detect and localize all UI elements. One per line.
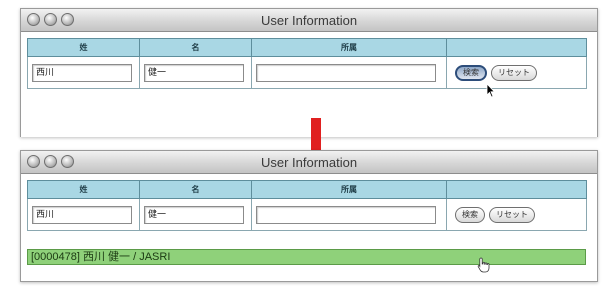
window-title: User Information: [260, 155, 358, 170]
button-group: 検索 リセット: [451, 206, 535, 223]
search-form: 姓 名 所属 西川 健一 検索 リセット: [27, 180, 587, 231]
last-name-input[interactable]: 西川: [32, 63, 132, 82]
input-row: 西川 健一 検索 リセット: [27, 57, 587, 89]
reset-button[interactable]: リセット: [491, 64, 537, 81]
title-bar: User Information: [21, 9, 597, 32]
first-name-cell: 健一: [139, 199, 252, 231]
header-row: 姓 名 所属: [27, 38, 587, 57]
last-name-input[interactable]: 西川: [32, 205, 132, 224]
affiliation-cell: [251, 199, 447, 231]
hand-cursor-icon: [477, 257, 490, 273]
column-header-last-name: 姓: [27, 180, 140, 199]
last-name-cell: 西川: [27, 199, 140, 231]
affiliation-input[interactable]: [256, 63, 436, 82]
column-header-actions: [446, 180, 587, 199]
first-name-cell: 健一: [139, 57, 252, 89]
title-bar: User Information: [21, 151, 597, 174]
affiliation-input[interactable]: [256, 205, 436, 224]
button-group: 検索 リセット: [451, 64, 537, 81]
search-button[interactable]: 検索: [455, 64, 487, 81]
search-form: 姓 名 所属 西川 健一 検索 リセット: [27, 38, 587, 89]
reset-button[interactable]: リセット: [489, 206, 535, 223]
first-name-input[interactable]: 健一: [144, 205, 244, 224]
column-header-actions: [446, 38, 587, 57]
search-result-row[interactable]: [0000478] 西川 健一 / JASRI: [27, 249, 586, 265]
first-name-input[interactable]: 健一: [144, 63, 244, 82]
window-title: User Information: [260, 13, 358, 28]
search-button[interactable]: 検索: [455, 206, 485, 223]
affiliation-cell: [251, 57, 447, 89]
input-row: 西川 健一 検索 リセット: [27, 199, 587, 231]
screenshot-stage: User Information 姓 名 所属 西川 健一 検索 リセット Us…: [0, 0, 609, 286]
actions-cell: 検索 リセット: [446, 199, 587, 231]
user-information-window-after: User Information 姓 名 所属 西川 健一 検索 リセット [0…: [20, 150, 598, 282]
column-header-affiliation: 所属: [251, 38, 447, 57]
last-name-cell: 西川: [27, 57, 140, 89]
column-header-first-name: 名: [139, 180, 252, 199]
column-header-first-name: 名: [139, 38, 252, 57]
actions-cell: 検索 リセット: [446, 57, 587, 89]
mouse-pointer-icon: [486, 83, 496, 98]
column-header-affiliation: 所属: [251, 180, 447, 199]
column-header-last-name: 姓: [27, 38, 140, 57]
header-row: 姓 名 所属: [27, 180, 587, 199]
